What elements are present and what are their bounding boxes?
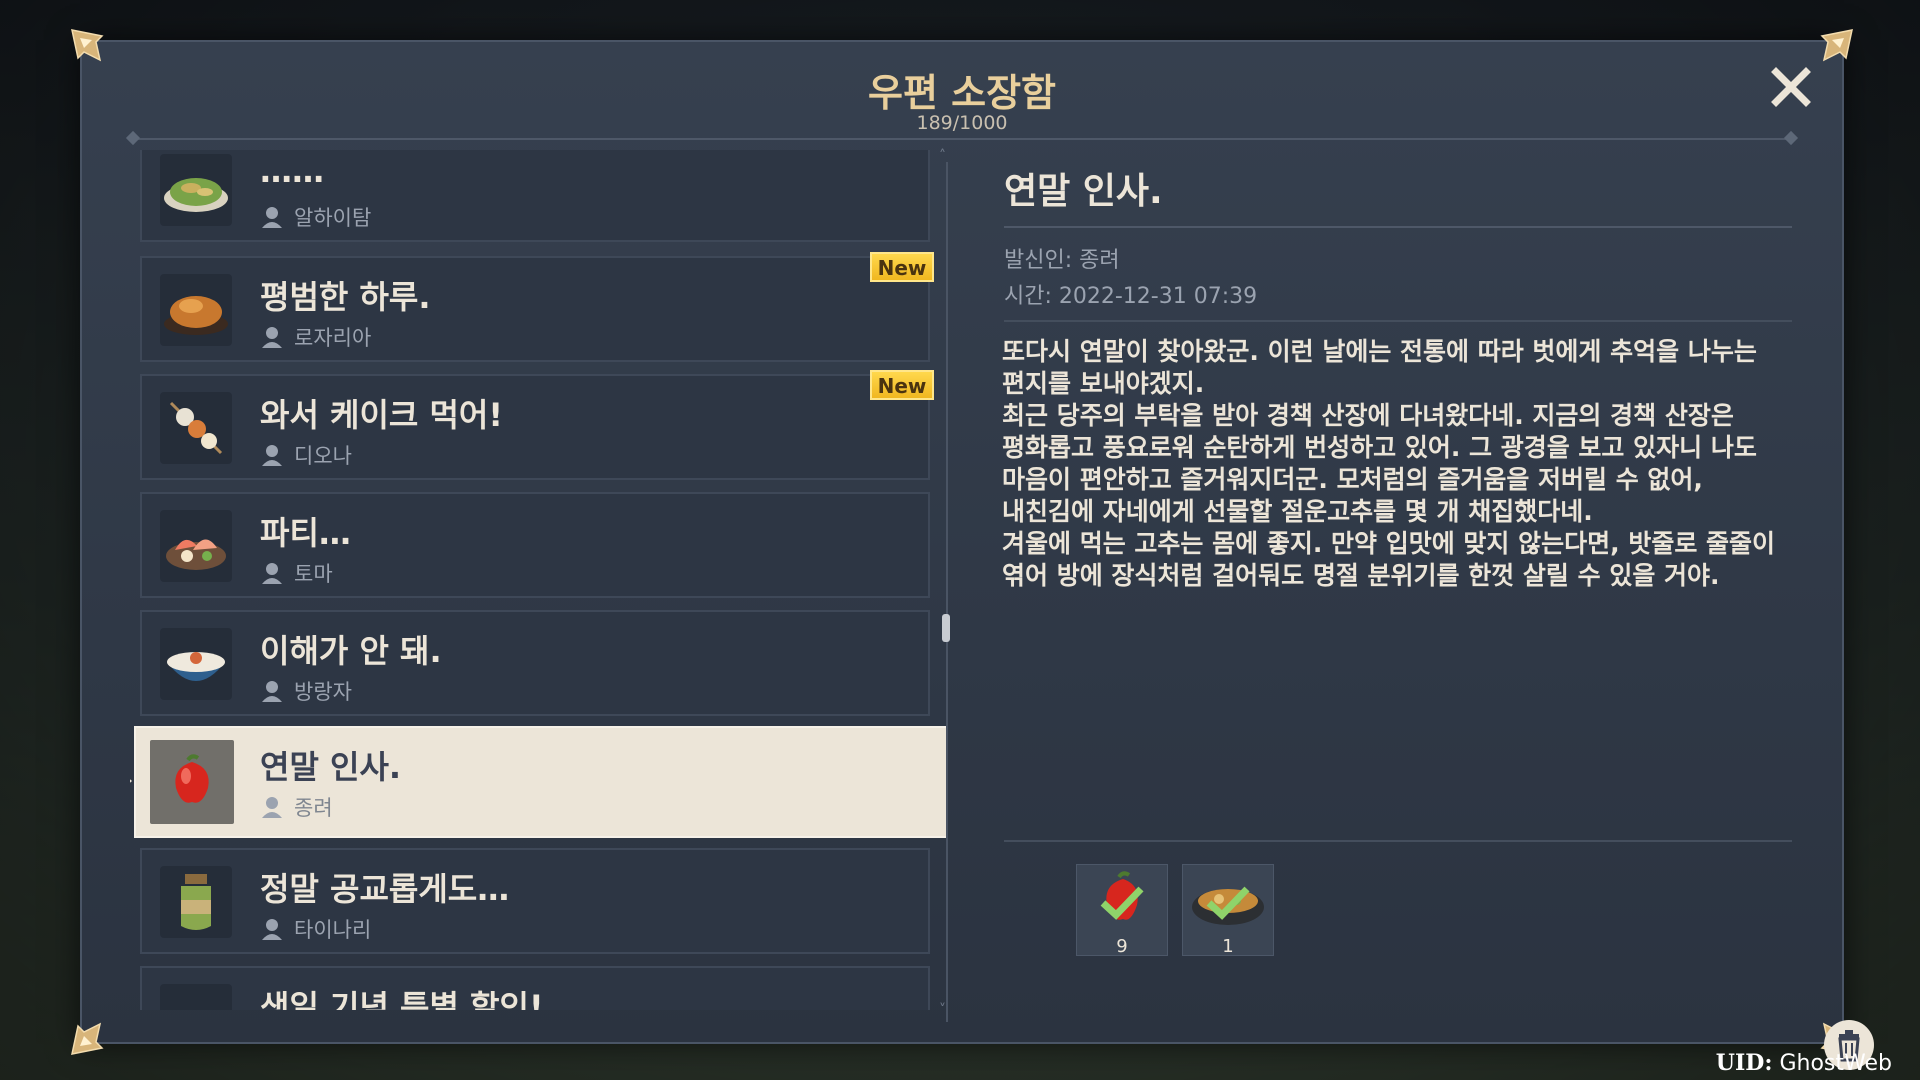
mail-sender: 토마 bbox=[294, 562, 333, 586]
scroll-down-icon[interactable]: ˅ bbox=[939, 1002, 946, 1018]
mail-subject: 연말 인사. bbox=[260, 748, 402, 786]
jueyun-chili-icon bbox=[150, 740, 234, 824]
person-icon bbox=[262, 681, 282, 702]
mail-sender: 디오나 bbox=[294, 444, 352, 468]
person-icon bbox=[262, 919, 282, 940]
skewer-food-icon bbox=[160, 392, 232, 464]
body-line: 엮어 방에 장식처럼 걸어둬도 명절 분위기를 한껏 살릴 수 있을 거야. bbox=[1002, 561, 1720, 590]
mail-subject: 파티… bbox=[260, 514, 351, 552]
mail-sender: 알하이탐 bbox=[294, 206, 372, 230]
mail-list-item[interactable]: 파티… 토마 bbox=[140, 492, 930, 598]
rice-bowl-icon bbox=[160, 628, 232, 700]
corner-ornament-icon bbox=[70, 1022, 104, 1056]
food-dish-icon bbox=[160, 154, 232, 226]
mail-list-item[interactable]: …… 알하이탐 bbox=[140, 150, 930, 242]
mail-subject: …… bbox=[260, 152, 324, 190]
person-icon bbox=[262, 327, 282, 348]
mail-list-item-selected[interactable]: 연말 인사. 종려 bbox=[130, 726, 948, 838]
mail-list-item[interactable]: 정말 공교롭게도… 타이나리 bbox=[140, 848, 930, 954]
close-button[interactable] bbox=[1768, 64, 1814, 110]
attachment-quantity: 1 bbox=[1222, 936, 1234, 957]
mail-count: 189/1000 bbox=[916, 112, 1008, 134]
person-icon bbox=[262, 445, 282, 466]
scroll-up-icon[interactable]: ˄ bbox=[939, 148, 946, 164]
mail-subject: 와서 케이크 먹어! bbox=[260, 396, 503, 434]
mail-sender: 방랑자 bbox=[294, 680, 352, 704]
selection-arrow-icon bbox=[130, 772, 132, 790]
mail-subject: 평범한 하루. bbox=[260, 278, 431, 316]
attachment-quantity: 9 bbox=[1116, 936, 1128, 957]
mail-sender: 로자리아 bbox=[294, 326, 372, 350]
person-icon bbox=[262, 563, 282, 584]
body-line: 편지를 보내야겠지. bbox=[1002, 369, 1205, 398]
body-line: 내친김에 자네에게 선물할 절운고추를 몇 개 채집했다네. bbox=[1002, 497, 1593, 526]
roast-food-icon bbox=[160, 274, 232, 346]
uid-prefix: UID: bbox=[1715, 1050, 1773, 1076]
body-line: 마음이 편안하고 즐거워지더군. 모처럼의 즐거움을 저버릴 수 없어, bbox=[1002, 465, 1703, 494]
divider bbox=[125, 130, 1799, 146]
mail-subject: 이해가 안 돼. bbox=[260, 632, 442, 670]
body-line: 평화롭고 풍요로워 순탄하게 번성하고 있어. 그 광경을 보고 있자니 나도 bbox=[1002, 433, 1757, 462]
seafood-icon bbox=[160, 984, 232, 1010]
check-icon bbox=[1100, 886, 1144, 920]
body-line: 최근 당주의 부탁을 받아 경책 산장에 다녀왔다네. 지금의 경책 산장은 bbox=[1002, 401, 1734, 430]
attachment-item[interactable]: 9 bbox=[1076, 864, 1168, 957]
mail-detail-time: 시간: 2022-12-31 07:39 bbox=[1004, 284, 1258, 309]
new-badge: New bbox=[870, 370, 934, 400]
mail-detail-sender: 발신인: 종려 bbox=[1004, 248, 1120, 273]
new-badge: New bbox=[870, 252, 934, 282]
divider bbox=[1004, 320, 1792, 322]
mail-sender: 종려 bbox=[294, 796, 333, 820]
body-line: 또다시 연말이 찾아왔군. 이런 날에는 전통에 따라 벗에게 추억을 나누는 bbox=[1002, 337, 1757, 366]
attachment-item[interactable]: 1 bbox=[1182, 864, 1274, 957]
close-icon bbox=[1771, 67, 1811, 107]
uid-value: GhostWeb bbox=[1779, 1051, 1892, 1076]
scrollbar-thumb[interactable] bbox=[942, 614, 950, 642]
person-icon bbox=[262, 797, 282, 818]
mail-subject: 생일 기념 특별 할인! bbox=[260, 988, 544, 1010]
body-line: 겨울에 먹는 고추는 몸에 좋지. 만약 입맛에 맞지 않는다면, 밧줄로 줄줄… bbox=[1002, 529, 1776, 558]
mail-sender: 타이나리 bbox=[294, 918, 372, 942]
corner-ornament-icon bbox=[1820, 28, 1854, 62]
divider bbox=[1004, 226, 1792, 228]
page-title: 우편 소장함 bbox=[867, 71, 1057, 115]
mail-list-item[interactable]: 와서 케이크 먹어! 디오나 New bbox=[140, 370, 934, 480]
check-icon bbox=[1206, 886, 1250, 920]
mail-subject: 정말 공교롭게도… bbox=[260, 870, 510, 908]
mail-window: 우편 소장함 189/1000 …… 알하이탐 평범한 하루. 로자리아 New bbox=[71, 29, 1874, 1070]
sashimi-food-icon bbox=[160, 510, 232, 582]
jar-icon bbox=[160, 866, 232, 938]
scrollbar-track[interactable] bbox=[946, 162, 948, 1022]
mail-list[interactable]: …… 알하이탐 평범한 하루. 로자리아 New 와서 케이크 먹어! 디오나 … bbox=[130, 150, 960, 1010]
mail-list-item[interactable]: 생일 기념 특별 할인! bbox=[140, 966, 930, 1010]
divider bbox=[1004, 840, 1792, 842]
mail-detail-body: 또다시 연말이 찾아왔군. 이런 날에는 전통에 따라 벗에게 추억을 나누는 … bbox=[1002, 336, 1792, 592]
mail-list-item[interactable]: 평범한 하루. 로자리아 New bbox=[140, 252, 934, 362]
mail-detail-subject: 연말 인사. bbox=[1004, 171, 1163, 212]
person-icon bbox=[262, 207, 282, 228]
mail-list-item[interactable]: 이해가 안 돼. 방랑자 bbox=[140, 610, 930, 716]
corner-ornament-icon bbox=[70, 28, 104, 62]
uid-label: UID: GhostWeb bbox=[1716, 1050, 1892, 1076]
mail-detail-panel: 연말 인사. 발신인: 종려 시간: 2022-12-31 07:39 또다시 … bbox=[992, 152, 1874, 1070]
